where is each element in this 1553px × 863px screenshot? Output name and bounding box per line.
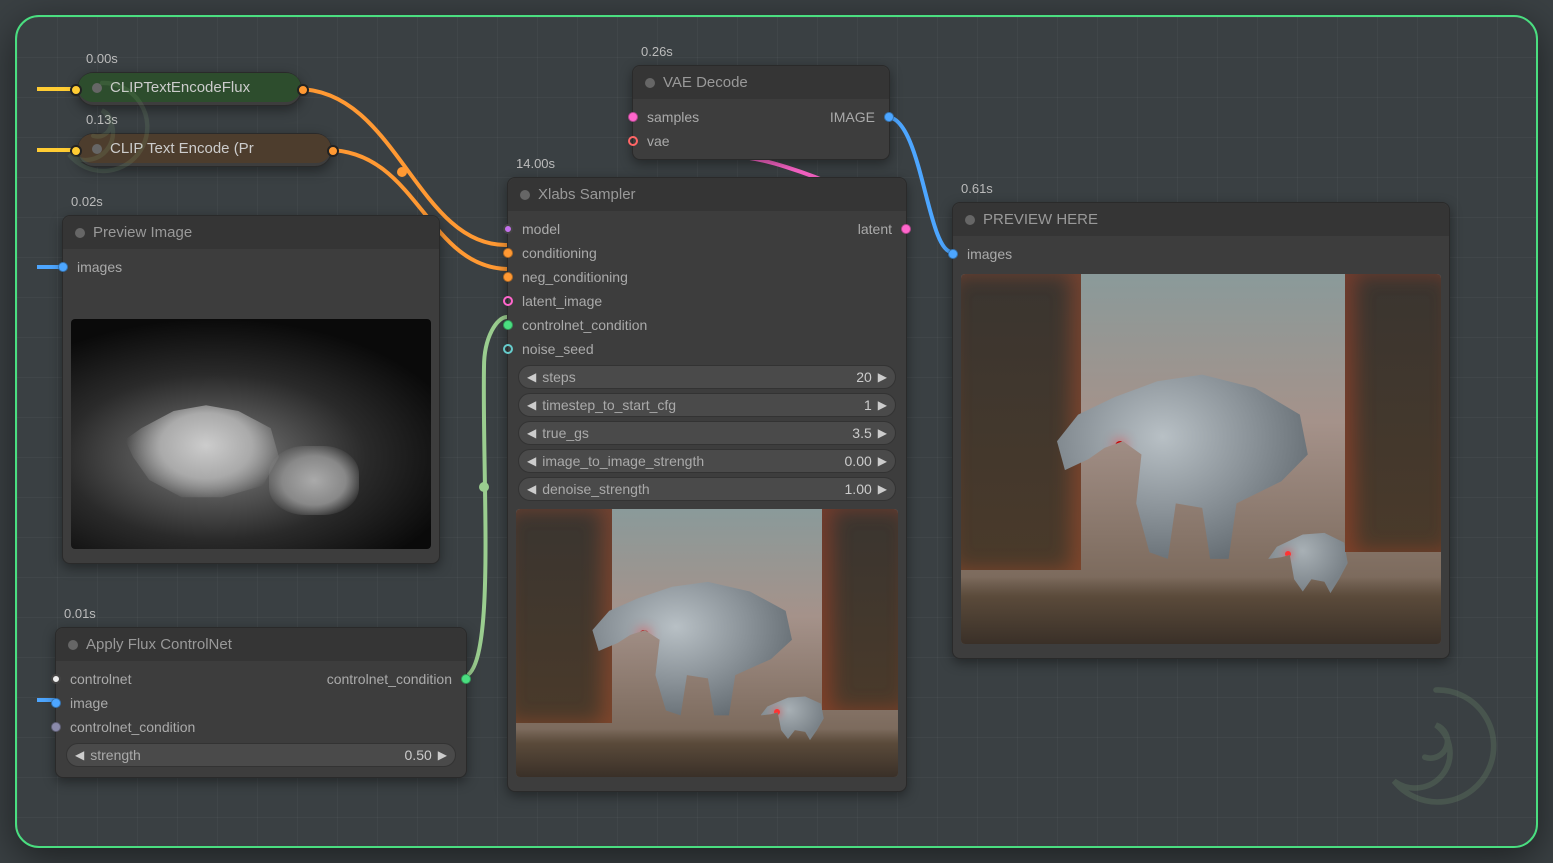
port-images[interactable]: images <box>63 255 439 279</box>
widget-i2i-strength[interactable]: ◀ image_to_image_strength 0.00 ▶ <box>518 449 896 473</box>
input-port[interactable] <box>70 145 82 157</box>
node-preview-image[interactable]: 0.02s Preview Image images <box>62 215 440 564</box>
arrow-right-icon[interactable]: ▶ <box>878 398 887 412</box>
node-time: 0.26s <box>641 44 673 59</box>
node-clip-text-encode-flux[interactable]: 0.00s CLIPTextEncodeFlux <box>77 72 302 106</box>
port-image-out[interactable]: IMAGE <box>761 105 889 129</box>
node-preview-here[interactable]: 0.61s PREVIEW HERE images <box>952 202 1450 659</box>
arrow-left-icon[interactable]: ◀ <box>527 454 536 468</box>
port-latent-image[interactable]: latent_image <box>508 289 906 313</box>
widget-true-gs[interactable]: ◀ true_gs 3.5 ▶ <box>518 421 896 445</box>
arrow-right-icon[interactable]: ▶ <box>878 426 887 440</box>
port-neg-conditioning[interactable]: neg_conditioning <box>508 265 906 289</box>
input-port[interactable] <box>70 84 82 96</box>
port-controlnet-condition-out[interactable]: controlnet_condition <box>261 667 466 691</box>
port-image[interactable]: image <box>56 691 466 715</box>
arrow-right-icon[interactable]: ▶ <box>438 748 447 762</box>
port-controlnet-condition[interactable]: controlnet_condition <box>508 313 906 337</box>
widget-strength[interactable]: ◀ strength 0.50 ▶ <box>66 743 456 767</box>
arrow-right-icon[interactable]: ▶ <box>878 454 887 468</box>
port-latent-out[interactable]: latent <box>707 217 906 241</box>
port-controlnet[interactable]: controlnet <box>56 667 261 691</box>
node-title-label: CLIP Text Encode (Pr <box>110 140 254 157</box>
arrow-left-icon[interactable]: ◀ <box>75 748 84 762</box>
brand-logo-icon <box>1366 676 1506 816</box>
arrow-left-icon[interactable]: ◀ <box>527 370 536 384</box>
node-title-label: Apply Flux ControlNet <box>86 636 232 653</box>
collapse-dot[interactable] <box>68 640 78 650</box>
arrow-right-icon[interactable]: ▶ <box>878 370 887 384</box>
collapse-dot[interactable] <box>645 78 655 88</box>
node-title-label: Xlabs Sampler <box>538 186 636 203</box>
node-time: 0.61s <box>961 181 993 196</box>
collapse-dot[interactable] <box>92 83 102 93</box>
sampler-preview-image <box>516 509 898 777</box>
widget-timestep[interactable]: ◀ timestep_to_start_cfg 1 ▶ <box>518 393 896 417</box>
arrow-left-icon[interactable]: ◀ <box>527 426 536 440</box>
final-preview-image <box>961 274 1441 644</box>
port-samples[interactable]: samples <box>633 105 761 129</box>
node-time: 0.01s <box>64 606 96 621</box>
widget-steps[interactable]: ◀ steps 20 ▶ <box>518 365 896 389</box>
port-controlnet-condition-in[interactable]: controlnet_condition <box>56 715 466 739</box>
arrow-left-icon[interactable]: ◀ <box>527 482 536 496</box>
node-title-label: VAE Decode <box>663 74 748 91</box>
node-vae-decode[interactable]: 0.26s VAE Decode samples IMAGE vae <box>632 65 890 160</box>
output-port[interactable] <box>297 84 309 96</box>
arrow-right-icon[interactable]: ▶ <box>878 482 887 496</box>
node-title-label: Preview Image <box>93 224 192 241</box>
collapse-dot[interactable] <box>520 190 530 200</box>
node-time: 0.13s <box>86 112 118 127</box>
node-time: 0.00s <box>86 51 118 66</box>
collapse-dot[interactable] <box>965 215 975 225</box>
node-graph-canvas[interactable]: 0.00s CLIPTextEncodeFlux 0.13s CLIP Text… <box>15 15 1538 848</box>
preview-image-output <box>71 319 431 549</box>
node-time: 0.02s <box>71 194 103 209</box>
port-images[interactable]: images <box>953 242 1449 266</box>
port-conditioning[interactable]: conditioning <box>508 241 906 265</box>
node-clip-text-encode-pr[interactable]: 0.13s CLIP Text Encode (Pr <box>77 133 332 167</box>
node-title-label: CLIPTextEncodeFlux <box>110 79 250 96</box>
collapse-dot[interactable] <box>92 144 102 154</box>
arrow-left-icon[interactable]: ◀ <box>527 398 536 412</box>
node-apply-flux-controlnet[interactable]: 0.01s Apply Flux ControlNet controlnet c… <box>55 627 467 778</box>
output-port[interactable] <box>327 145 339 157</box>
node-title-label: PREVIEW HERE <box>983 211 1098 228</box>
widget-denoise-strength[interactable]: ◀ denoise_strength 1.00 ▶ <box>518 477 896 501</box>
port-model[interactable]: model <box>508 217 707 241</box>
port-noise-seed[interactable]: noise_seed <box>508 337 906 361</box>
port-vae[interactable]: vae <box>633 129 889 153</box>
node-time: 14.00s <box>516 156 555 171</box>
node-xlabs-sampler[interactable]: 14.00s Xlabs Sampler model latent condit… <box>507 177 907 792</box>
collapse-dot[interactable] <box>75 228 85 238</box>
